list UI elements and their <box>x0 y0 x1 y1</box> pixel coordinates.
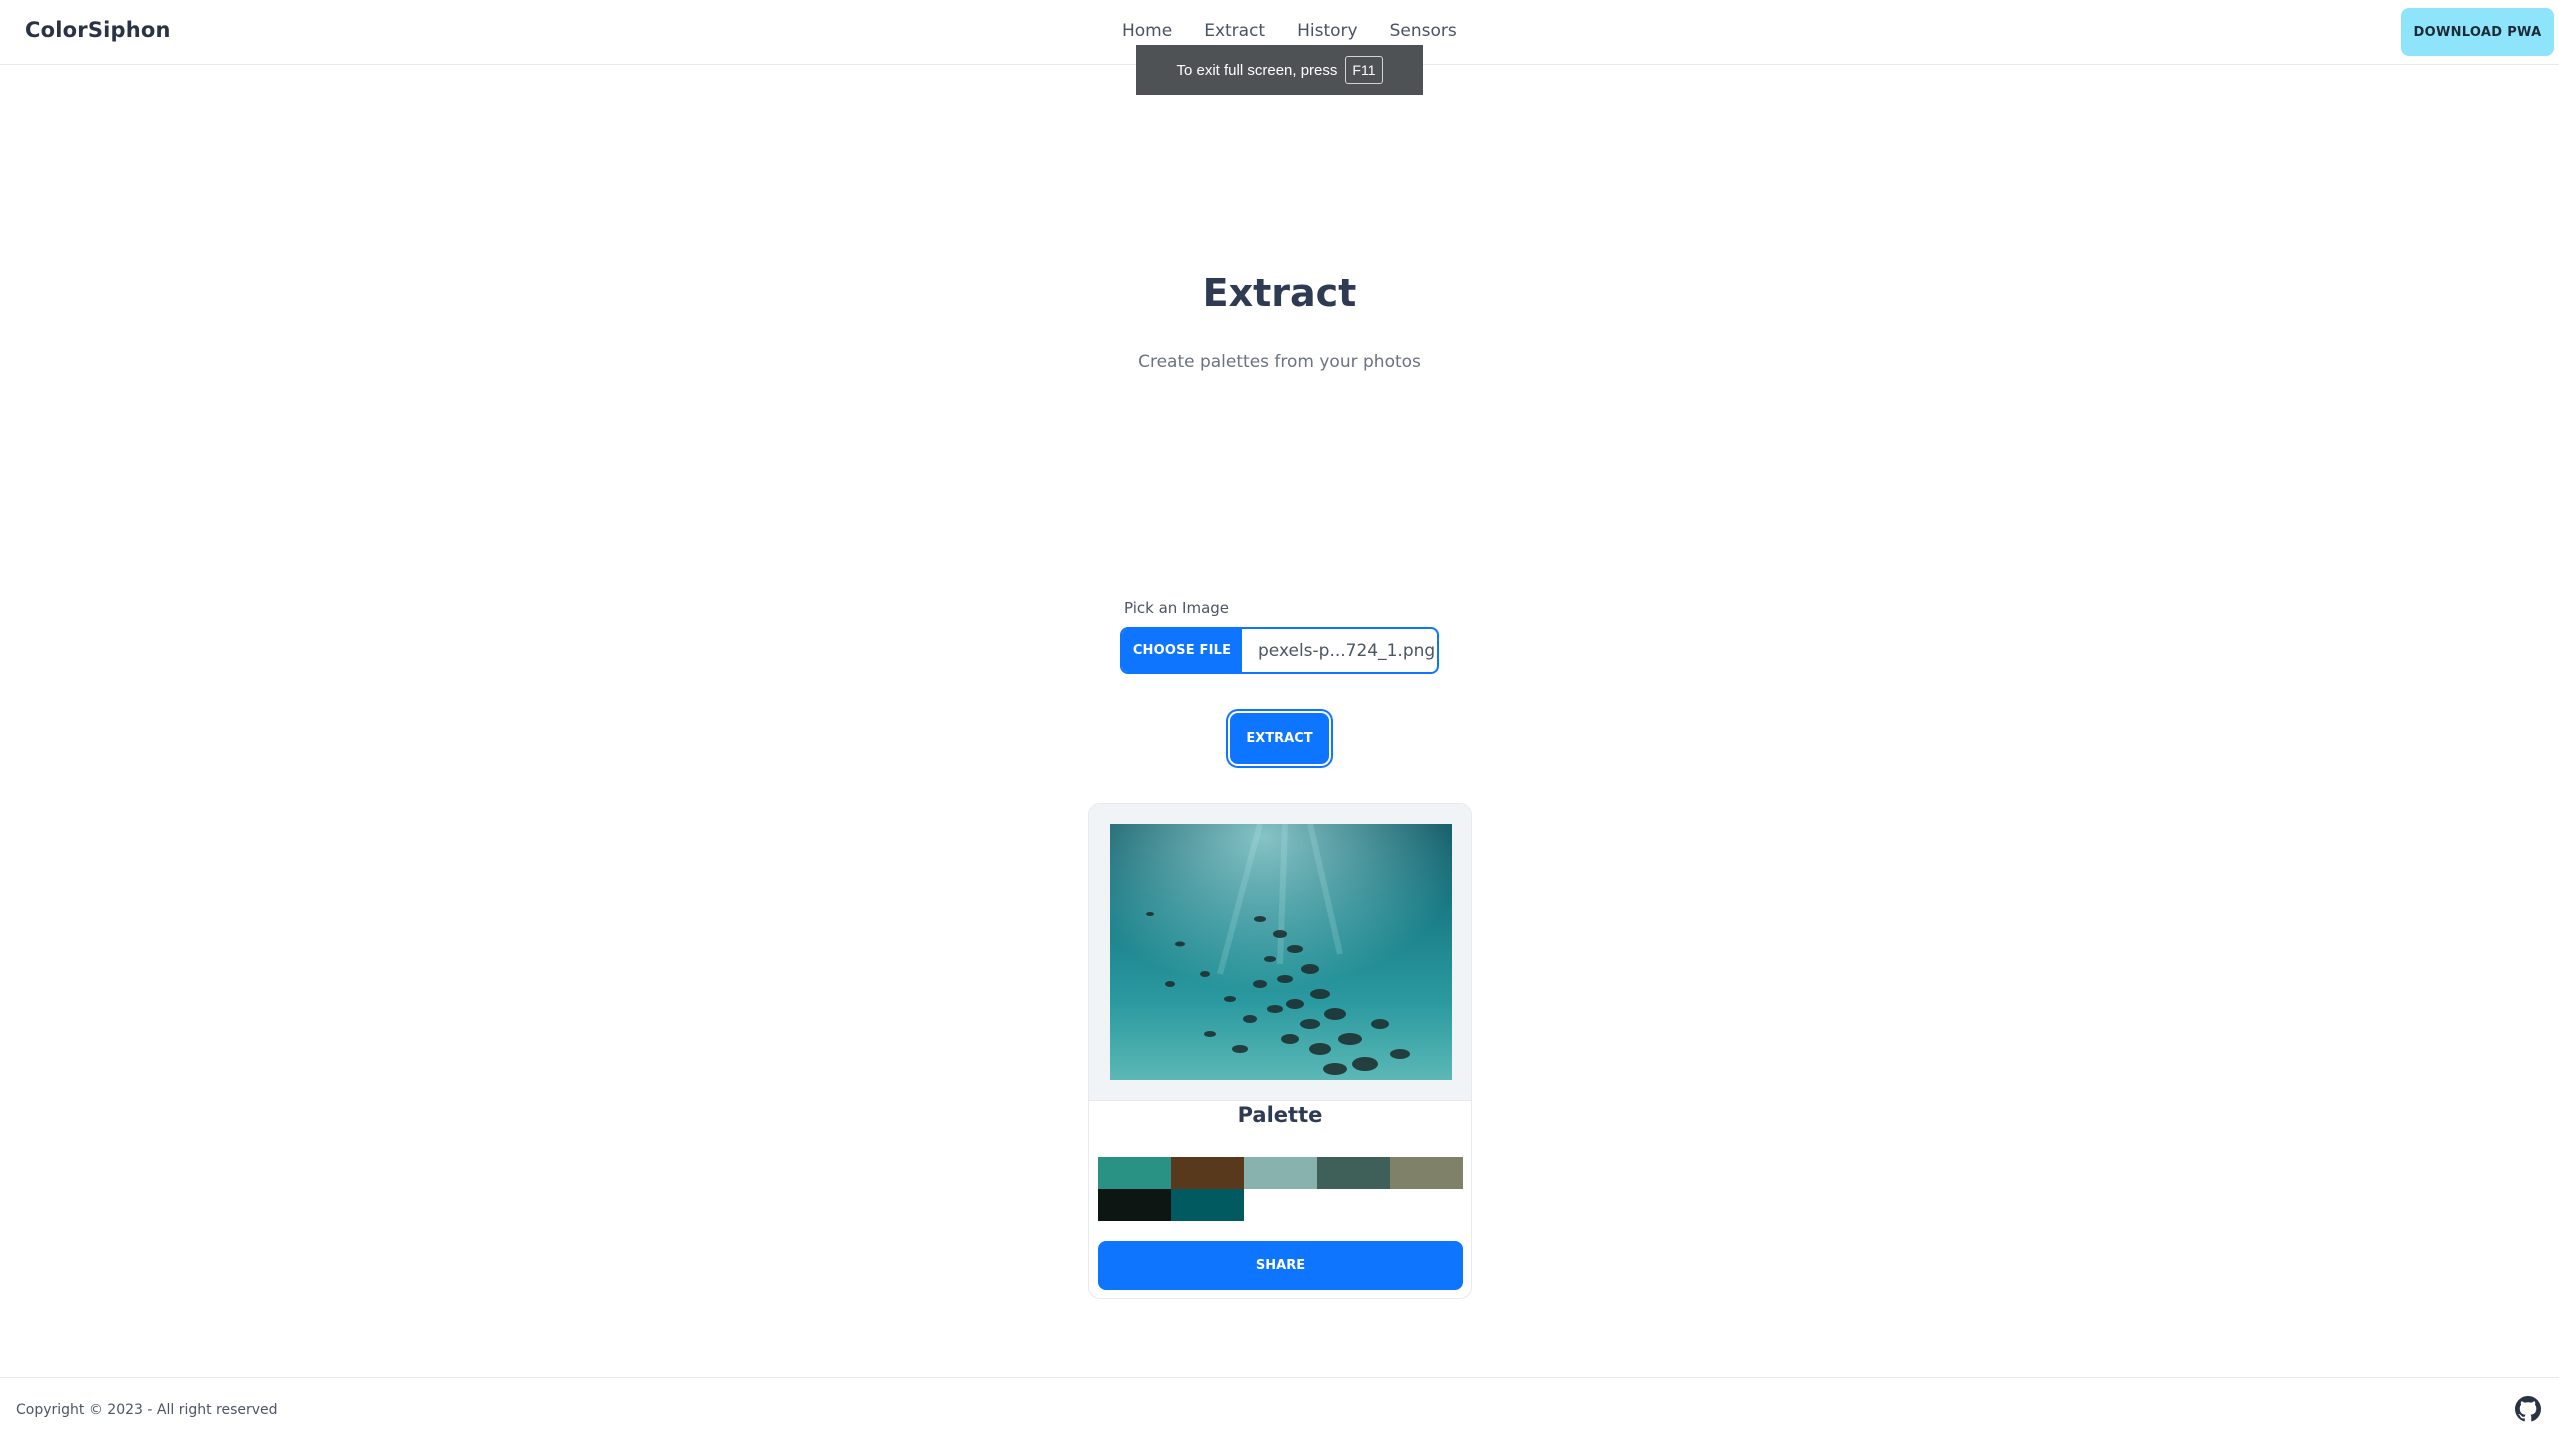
download-pwa-button[interactable]: DOWNLOAD PWA <box>2401 8 2554 56</box>
choose-file-button[interactable]: CHOOSE FILE <box>1122 629 1242 672</box>
palette-title: Palette <box>1237 1103 1323 1127</box>
copyright-text: Copyright © 2023 - All right reserved <box>16 1402 278 1418</box>
extract-button[interactable]: EXTRACT <box>1230 713 1329 764</box>
nav-home[interactable]: Home <box>1122 21 1172 41</box>
fullscreen-notice-text: To exit full screen, press <box>1176 61 1338 79</box>
github-icon[interactable] <box>2515 1396 2541 1422</box>
palette-swatch[interactable] <box>1098 1157 1171 1189</box>
palette-swatches <box>1098 1157 1463 1221</box>
nav-extract[interactable]: Extract <box>1204 21 1265 41</box>
selected-file-name: pexels-p...724_1.png <box>1258 640 1436 661</box>
footer: Copyright © 2023 - All right reserved <box>0 1377 2559 1437</box>
fullscreen-exit-notice: To exit full screen, press F11 <box>1136 45 1423 95</box>
palette-swatch[interactable] <box>1244 1157 1317 1189</box>
file-input[interactable]: CHOOSE FILE pexels-p...724_1.png <box>1120 627 1439 674</box>
share-button[interactable]: SHARE <box>1098 1241 1463 1290</box>
palette-swatch[interactable] <box>1171 1189 1244 1221</box>
file-picker-label: Pick an Image <box>1124 599 1230 617</box>
f11-key-badge: F11 <box>1345 56 1383 84</box>
card-image-area <box>1089 804 1471 1101</box>
main-nav: Home Extract History Sensors <box>1122 21 1457 41</box>
uploaded-photo <box>1110 824 1452 1080</box>
palette-swatch[interactable] <box>1317 1157 1390 1189</box>
palette-swatch[interactable] <box>1171 1157 1244 1189</box>
palette-swatch[interactable] <box>1098 1189 1171 1221</box>
nav-history[interactable]: History <box>1297 21 1357 41</box>
page-title: Extract <box>1202 271 1357 315</box>
brand-logo[interactable]: ColorSiphon <box>25 18 171 42</box>
nav-sensors[interactable]: Sensors <box>1390 21 1457 41</box>
page-subtitle: Create palettes from your photos <box>1138 352 1421 372</box>
palette-swatch[interactable] <box>1390 1157 1463 1189</box>
palette-card: Palette SHARE <box>1088 803 1472 1299</box>
